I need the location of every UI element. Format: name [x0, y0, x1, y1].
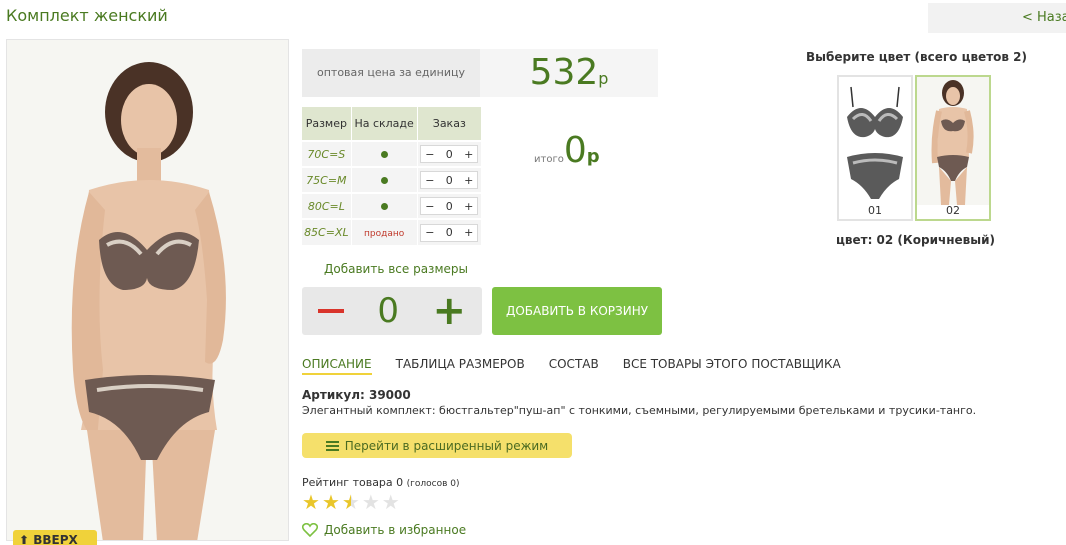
- size-cell: 80C=L: [302, 192, 352, 219]
- color-code: 02: [946, 204, 960, 217]
- plus-button[interactable]: +: [464, 226, 473, 239]
- plus-button[interactable]: +: [464, 148, 473, 161]
- color-option-01[interactable]: 01: [837, 75, 913, 221]
- plus-button[interactable]: +: [464, 174, 473, 187]
- total-label: итого: [534, 154, 564, 165]
- quantity-plus-button[interactable]: +: [432, 291, 466, 331]
- heart-icon: [302, 523, 318, 537]
- stock-cell: [351, 192, 418, 219]
- rating-text: Рейтинг товара 0 (голосов 0): [302, 476, 460, 489]
- stock-cell: [351, 140, 418, 167]
- header-stock: На складе: [351, 107, 418, 141]
- size-cell: 70C=S: [302, 140, 352, 167]
- qty-value[interactable]: 0: [446, 148, 453, 161]
- add-to-cart-button[interactable]: ДОБАВИТЬ В КОРЗИНУ: [492, 287, 662, 335]
- tab-composition[interactable]: СОСТАВ: [549, 357, 599, 375]
- selected-color-name: цвет: 02 (Коричневый): [836, 233, 995, 247]
- color-thumbnail-image: [839, 77, 911, 205]
- header-size: Размер: [302, 107, 352, 141]
- price-value: 532р: [480, 49, 658, 97]
- qty-value[interactable]: 0: [446, 200, 453, 213]
- quantity-stepper[interactable]: −0 +: [420, 223, 479, 242]
- sizes-header-row: Размер На складе Заказ: [302, 107, 483, 141]
- sold-out-label: продано: [364, 229, 405, 239]
- quantity-stepper[interactable]: −0 +: [420, 197, 479, 215]
- order-total: итого0р: [534, 130, 600, 171]
- table-row: 80C=L −0 +: [302, 192, 483, 219]
- price-currency: р: [598, 69, 609, 88]
- color-thumbnail-image: [917, 77, 989, 205]
- product-photo[interactable]: [6, 39, 289, 541]
- quantity-selector: 0 +: [302, 287, 482, 335]
- color-picker-title: Выберите цвет (всего цветов 2): [806, 50, 1027, 64]
- table-row: 70C=S −0 +: [302, 140, 483, 167]
- order-cell: −0 +: [417, 166, 483, 193]
- order-cell: −0 +: [417, 192, 483, 219]
- scroll-up-button[interactable]: ⬆ ВВЕРХ: [13, 530, 97, 545]
- back-link[interactable]: < Назад: [928, 3, 1066, 33]
- minus-button[interactable]: −: [425, 148, 434, 161]
- quantity-stepper[interactable]: −0 +: [420, 171, 479, 189]
- rating-stars[interactable]: ★ ★ ★ ★ ★: [302, 492, 400, 512]
- add-to-favorites[interactable]: Добавить в избранное: [302, 523, 466, 537]
- tab-description[interactable]: ОПИСАНИЕ: [302, 357, 372, 375]
- page-title: Комплект женский: [6, 6, 168, 25]
- minus-button[interactable]: −: [425, 200, 434, 213]
- price-label: оптовая цена за единицу: [302, 49, 480, 97]
- total-currency: р: [586, 146, 600, 167]
- tab-supplier-products[interactable]: ВСЕ ТОВАРЫ ЭТОГО ПОСТАВЩИКА: [623, 357, 841, 375]
- color-option-02[interactable]: 02: [915, 75, 991, 221]
- sizes-table: Размер На складе Заказ 70C=S −0 + 75C=M −…: [302, 107, 483, 245]
- rating-votes: (голосов 0): [406, 479, 460, 489]
- minus-button[interactable]: −: [425, 174, 434, 187]
- header-order: Заказ: [417, 107, 483, 141]
- quantity-minus-button[interactable]: [318, 309, 344, 313]
- stock-cell: продано: [351, 218, 418, 245]
- tab-size-chart[interactable]: ТАБЛИЦА РАЗМЕРОВ: [396, 357, 525, 375]
- qty-value[interactable]: 0: [446, 174, 453, 187]
- stock-cell: [351, 166, 418, 193]
- article-number: Артикул: 39000: [302, 388, 411, 402]
- product-description: Элегантный комплект: бюстгальтер"пуш-ап"…: [302, 404, 977, 417]
- minus-button[interactable]: −: [425, 226, 434, 239]
- color-code: 01: [868, 204, 882, 217]
- add-all-sizes-link[interactable]: Добавить все размеры: [324, 262, 468, 276]
- model-image: [7, 40, 288, 540]
- extended-mode-label: Перейти в расширенный режим: [344, 438, 549, 453]
- rating-label: Рейтинг товара 0: [302, 476, 404, 489]
- in-stock-dot-icon: [380, 150, 388, 158]
- star-icon[interactable]: ★: [322, 492, 340, 512]
- table-row: 75C=M −0 +: [302, 166, 483, 193]
- in-stock-dot-icon: [380, 202, 388, 210]
- qty-value[interactable]: 0: [446, 226, 453, 239]
- star-icon[interactable]: ★: [382, 492, 400, 512]
- product-tabs: ОПИСАНИЕ ТАБЛИЦА РАЗМЕРОВ СОСТАВ ВСЕ ТОВ…: [302, 357, 841, 375]
- quantity-stepper[interactable]: −0 +: [420, 145, 479, 163]
- list-icon: [325, 440, 339, 451]
- favorites-label: Добавить в избранное: [324, 523, 467, 537]
- order-cell: −0 +: [417, 140, 483, 167]
- star-icon[interactable]: ★: [302, 492, 320, 512]
- price-amount: 532: [529, 52, 599, 93]
- size-cell: 75C=M: [302, 166, 352, 193]
- table-row: 85C=XL продано −0 +: [302, 218, 483, 245]
- star-icon[interactable]: ★: [342, 492, 360, 512]
- star-icon[interactable]: ★: [362, 492, 380, 512]
- total-value: 0: [563, 130, 587, 171]
- plus-button[interactable]: +: [464, 200, 473, 213]
- extended-mode-button[interactable]: Перейти в расширенный режим: [302, 433, 572, 458]
- in-stock-dot-icon: [380, 176, 388, 184]
- quantity-value[interactable]: 0: [377, 291, 399, 331]
- size-cell: 85C=XL: [302, 218, 352, 245]
- order-cell: −0 +: [417, 218, 483, 245]
